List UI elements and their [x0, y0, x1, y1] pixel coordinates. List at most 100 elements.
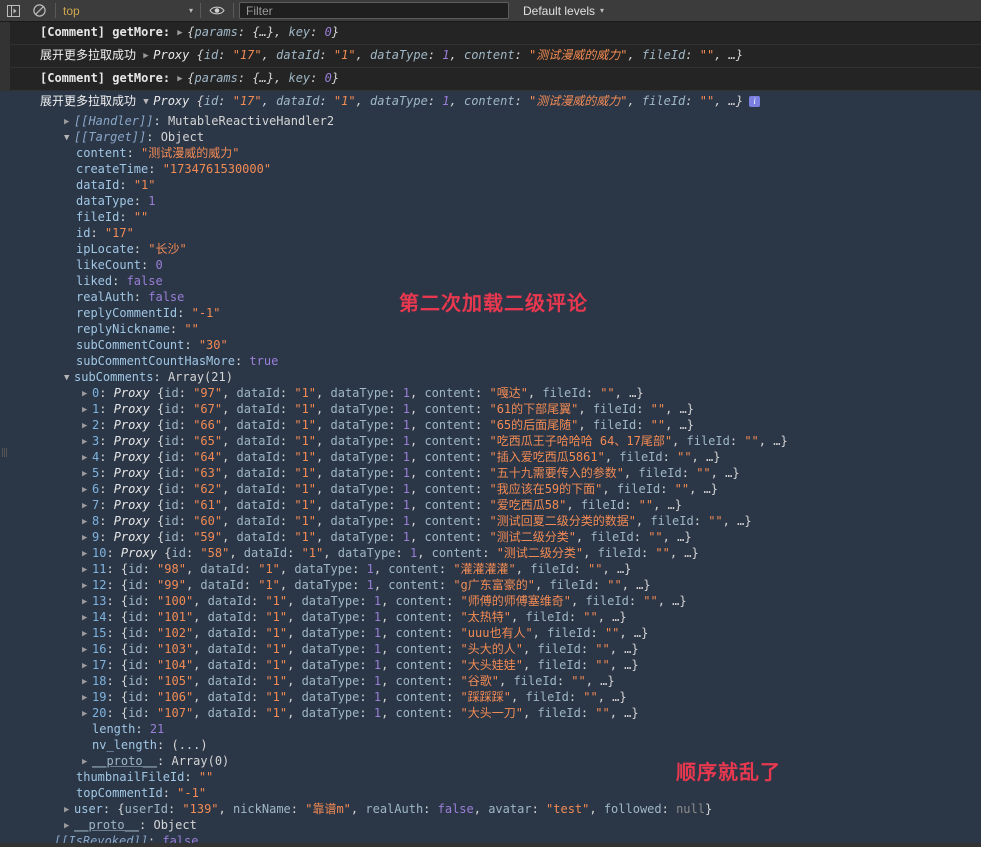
array-item-row[interactable]: ▶ 0: Proxy {id: "97", dataId: "1", dataTy…	[40, 385, 981, 401]
array-item-row[interactable]: ▶ 1: Proxy {id: "67", dataId: "1", dataTy…	[40, 401, 981, 417]
property-key: subCommentCountHasMore	[76, 354, 235, 368]
expand-arrow-icon[interactable]: ▶	[143, 48, 153, 64]
expand-arrow-icon[interactable]: ▶	[82, 434, 92, 450]
array-item-row[interactable]: ▶ 19: {id: "106", dataId: "1", dataType: …	[40, 689, 981, 705]
array-item-row[interactable]: ▶ 13: {id: "100", dataId: "1", dataType: …	[40, 593, 981, 609]
tree-row-property: nv_length: (...)	[92, 738, 208, 752]
expand-arrow-icon[interactable]: ▶	[82, 450, 92, 466]
item-wrapper-label: Proxy	[113, 402, 150, 416]
array-item-row[interactable]: ▶ 5: Proxy {id: "63", dataId: "1", dataTy…	[40, 465, 981, 481]
expand-arrow-icon[interactable]: ▶	[82, 594, 92, 610]
filter-input[interactable]	[244, 2, 504, 19]
expand-arrow-icon[interactable]: ▶	[177, 71, 187, 87]
expand-arrow-icon[interactable]: ▶	[177, 25, 187, 41]
expand-arrow-icon[interactable]: ▶	[82, 530, 92, 546]
expand-arrow-icon[interactable]: ▶	[82, 562, 92, 578]
array-item-row[interactable]: ▶ 11: {id: "98", dataId: "1", dataType: 1…	[40, 561, 981, 577]
toolbar-divider-2	[200, 3, 201, 18]
collapse-arrow-icon[interactable]: ▼	[64, 130, 74, 146]
tree-row-target[interactable]: ▼ [[Target]]: Object	[40, 129, 981, 145]
array-item-row[interactable]: ▶ 7: Proxy {id: "61", dataId: "1", dataTy…	[40, 497, 981, 513]
expand-arrow-icon[interactable]: ▶	[82, 498, 92, 514]
expand-arrow-icon[interactable]: ▶	[82, 610, 92, 626]
filter-input-wrapper[interactable]	[239, 2, 509, 19]
log-label: [Comment] getMore:	[40, 25, 171, 39]
array-item-row[interactable]: ▶ 18: {id: "105", dataId: "1", dataType: …	[40, 673, 981, 689]
array-item-row[interactable]: ▶ 20: {id: "107", dataId: "1", dataType: …	[40, 705, 981, 721]
array-item-row[interactable]: ▶ 15: {id: "102", dataId: "1", dataType: …	[40, 625, 981, 641]
item-content: "五十九需要传入的参数"	[489, 466, 624, 480]
expand-arrow-icon[interactable]: ▶	[64, 818, 74, 834]
console-message-row[interactable]: 展开更多拉取成功 ▶ Proxy {id: "17", dataId: "1", …	[0, 45, 981, 68]
info-badge-icon[interactable]: i	[749, 96, 761, 107]
live-expression-eye-icon[interactable]	[204, 0, 230, 22]
execution-context-selector[interactable]: top ▾	[59, 2, 197, 20]
chevron-down-icon: ▾	[600, 6, 605, 15]
expand-arrow-icon[interactable]: ▶	[82, 626, 92, 642]
property-key: replyNickname	[76, 322, 170, 336]
array-item-row[interactable]: ▶ 17: {id: "104", dataId: "1", dataType: …	[40, 657, 981, 673]
console-message-row[interactable]: [Comment] getMore: ▶ {params: {…}, key: 0…	[0, 22, 981, 45]
tree-row-property: subCommentCountHasMore: true	[76, 354, 279, 368]
expand-arrow-icon[interactable]: ▶	[82, 706, 92, 722]
console-message-row-expanded[interactable]: 展开更多拉取成功 ▼ Proxy {id: "17", dataId: "1", …	[0, 91, 981, 847]
expand-arrow-icon[interactable]: ▶	[82, 674, 92, 690]
property-value: "30"	[198, 338, 228, 352]
object-property-tree: ▶ [[Handler]]: MutableReactiveHandler2 ▼[…	[10, 113, 981, 847]
array-item-row[interactable]: ▶ 16: {id: "103", dataId: "1", dataType: …	[40, 641, 981, 657]
tree-row-user[interactable]: ▶ user: {userId: "139", nickName: "靠谱m", …	[40, 801, 981, 817]
log-levels-label: Default levels	[523, 3, 596, 18]
collapse-arrow-icon[interactable]: ▼	[143, 94, 153, 110]
item-id: "65"	[193, 434, 223, 448]
array-item-row[interactable]: ▶ 9: Proxy {id: "59", dataId: "1", dataTy…	[40, 529, 981, 545]
tree-row-object-proto[interactable]: ▶ __proto__: Object	[40, 817, 981, 833]
clear-console-icon[interactable]	[26, 0, 52, 22]
expand-arrow-icon[interactable]: ▶	[82, 418, 92, 434]
expand-arrow-icon[interactable]: ▶	[82, 642, 92, 658]
item-wrapper-label: Proxy	[113, 498, 150, 512]
console-sidebar-icon[interactable]	[0, 0, 26, 22]
array-item-row[interactable]: ▶ 14: {id: "101", dataId: "1", dataType: …	[40, 609, 981, 625]
expand-arrow-icon[interactable]: ▶	[64, 802, 74, 818]
user-followed-key: followed	[603, 802, 662, 816]
array-item-row[interactable]: ▶ 8: Proxy {id: "60", dataId: "1", dataTy…	[40, 513, 981, 529]
user-realauth-value: false	[437, 802, 474, 816]
collapse-arrow-icon[interactable]: ▼	[64, 370, 74, 386]
item-id: "105"	[157, 674, 194, 688]
array-item-row[interactable]: ▶ 2: Proxy {id: "66", dataId: "1", dataTy…	[40, 417, 981, 433]
array-item-row[interactable]: ▶ 4: Proxy {id: "64", dataId: "1", dataTy…	[40, 449, 981, 465]
property-value: Object	[153, 818, 197, 832]
expand-arrow-icon[interactable]: ▶	[82, 402, 92, 418]
array-item-row[interactable]: ▶ 12: {id: "99", dataId: "1", dataType: 1…	[40, 577, 981, 593]
expand-arrow-icon[interactable]: ▶	[82, 466, 92, 482]
expand-arrow-icon[interactable]: ▶	[82, 754, 92, 770]
expand-arrow-icon[interactable]: ▶	[82, 546, 92, 562]
expand-arrow-icon[interactable]: ▶	[82, 482, 92, 498]
expand-arrow-icon[interactable]: ▶	[82, 690, 92, 706]
expand-arrow-icon[interactable]: ▶	[82, 514, 92, 530]
mini-scrollbar-marker[interactable]	[2, 446, 9, 457]
log-levels-selector[interactable]: Default levels ▾	[523, 4, 604, 18]
tree-row-handler[interactable]: ▶ [[Handler]]: MutableReactiveHandler2	[40, 113, 981, 129]
item-content: "太热特"	[460, 610, 511, 624]
array-item-row[interactable]: ▶ 3: Proxy {id: "65", dataId: "1", dataTy…	[40, 433, 981, 449]
item-id: "67"	[193, 402, 223, 416]
array-index: 19	[92, 690, 107, 704]
property-key: user	[74, 802, 103, 816]
console-message-list[interactable]: [Comment] getMore: ▶ {params: {…}, key: 0…	[0, 22, 981, 847]
tree-row-array-proto[interactable]: ▶ __proto__: Array(0)	[40, 753, 981, 769]
item-id: "97"	[193, 386, 223, 400]
array-item-row[interactable]: ▶ 6: Proxy {id: "62", dataId: "1", dataTy…	[40, 481, 981, 497]
tree-row-subcomments[interactable]: ▼ subComments: Array(21)	[40, 369, 981, 385]
expand-arrow-icon[interactable]: ▶	[82, 658, 92, 674]
expand-arrow-icon[interactable]: ▶	[64, 114, 74, 130]
tree-row-property: subCommentCount: "30"	[76, 338, 228, 352]
expand-arrow-icon[interactable]: ▶	[82, 578, 92, 594]
expand-arrow-icon[interactable]: ▶	[82, 386, 92, 402]
item-content: "爱吃西瓜58"	[489, 498, 567, 512]
console-message-row[interactable]: [Comment] getMore: ▶ {params: {…}, key: 0…	[0, 68, 981, 91]
property-key: __proto__	[74, 818, 140, 832]
item-id: "106"	[157, 690, 194, 704]
array-index: 11	[92, 562, 107, 576]
array-item-row[interactable]: ▶ 10: Proxy {id: "58", dataId: "1", dataT…	[40, 545, 981, 561]
